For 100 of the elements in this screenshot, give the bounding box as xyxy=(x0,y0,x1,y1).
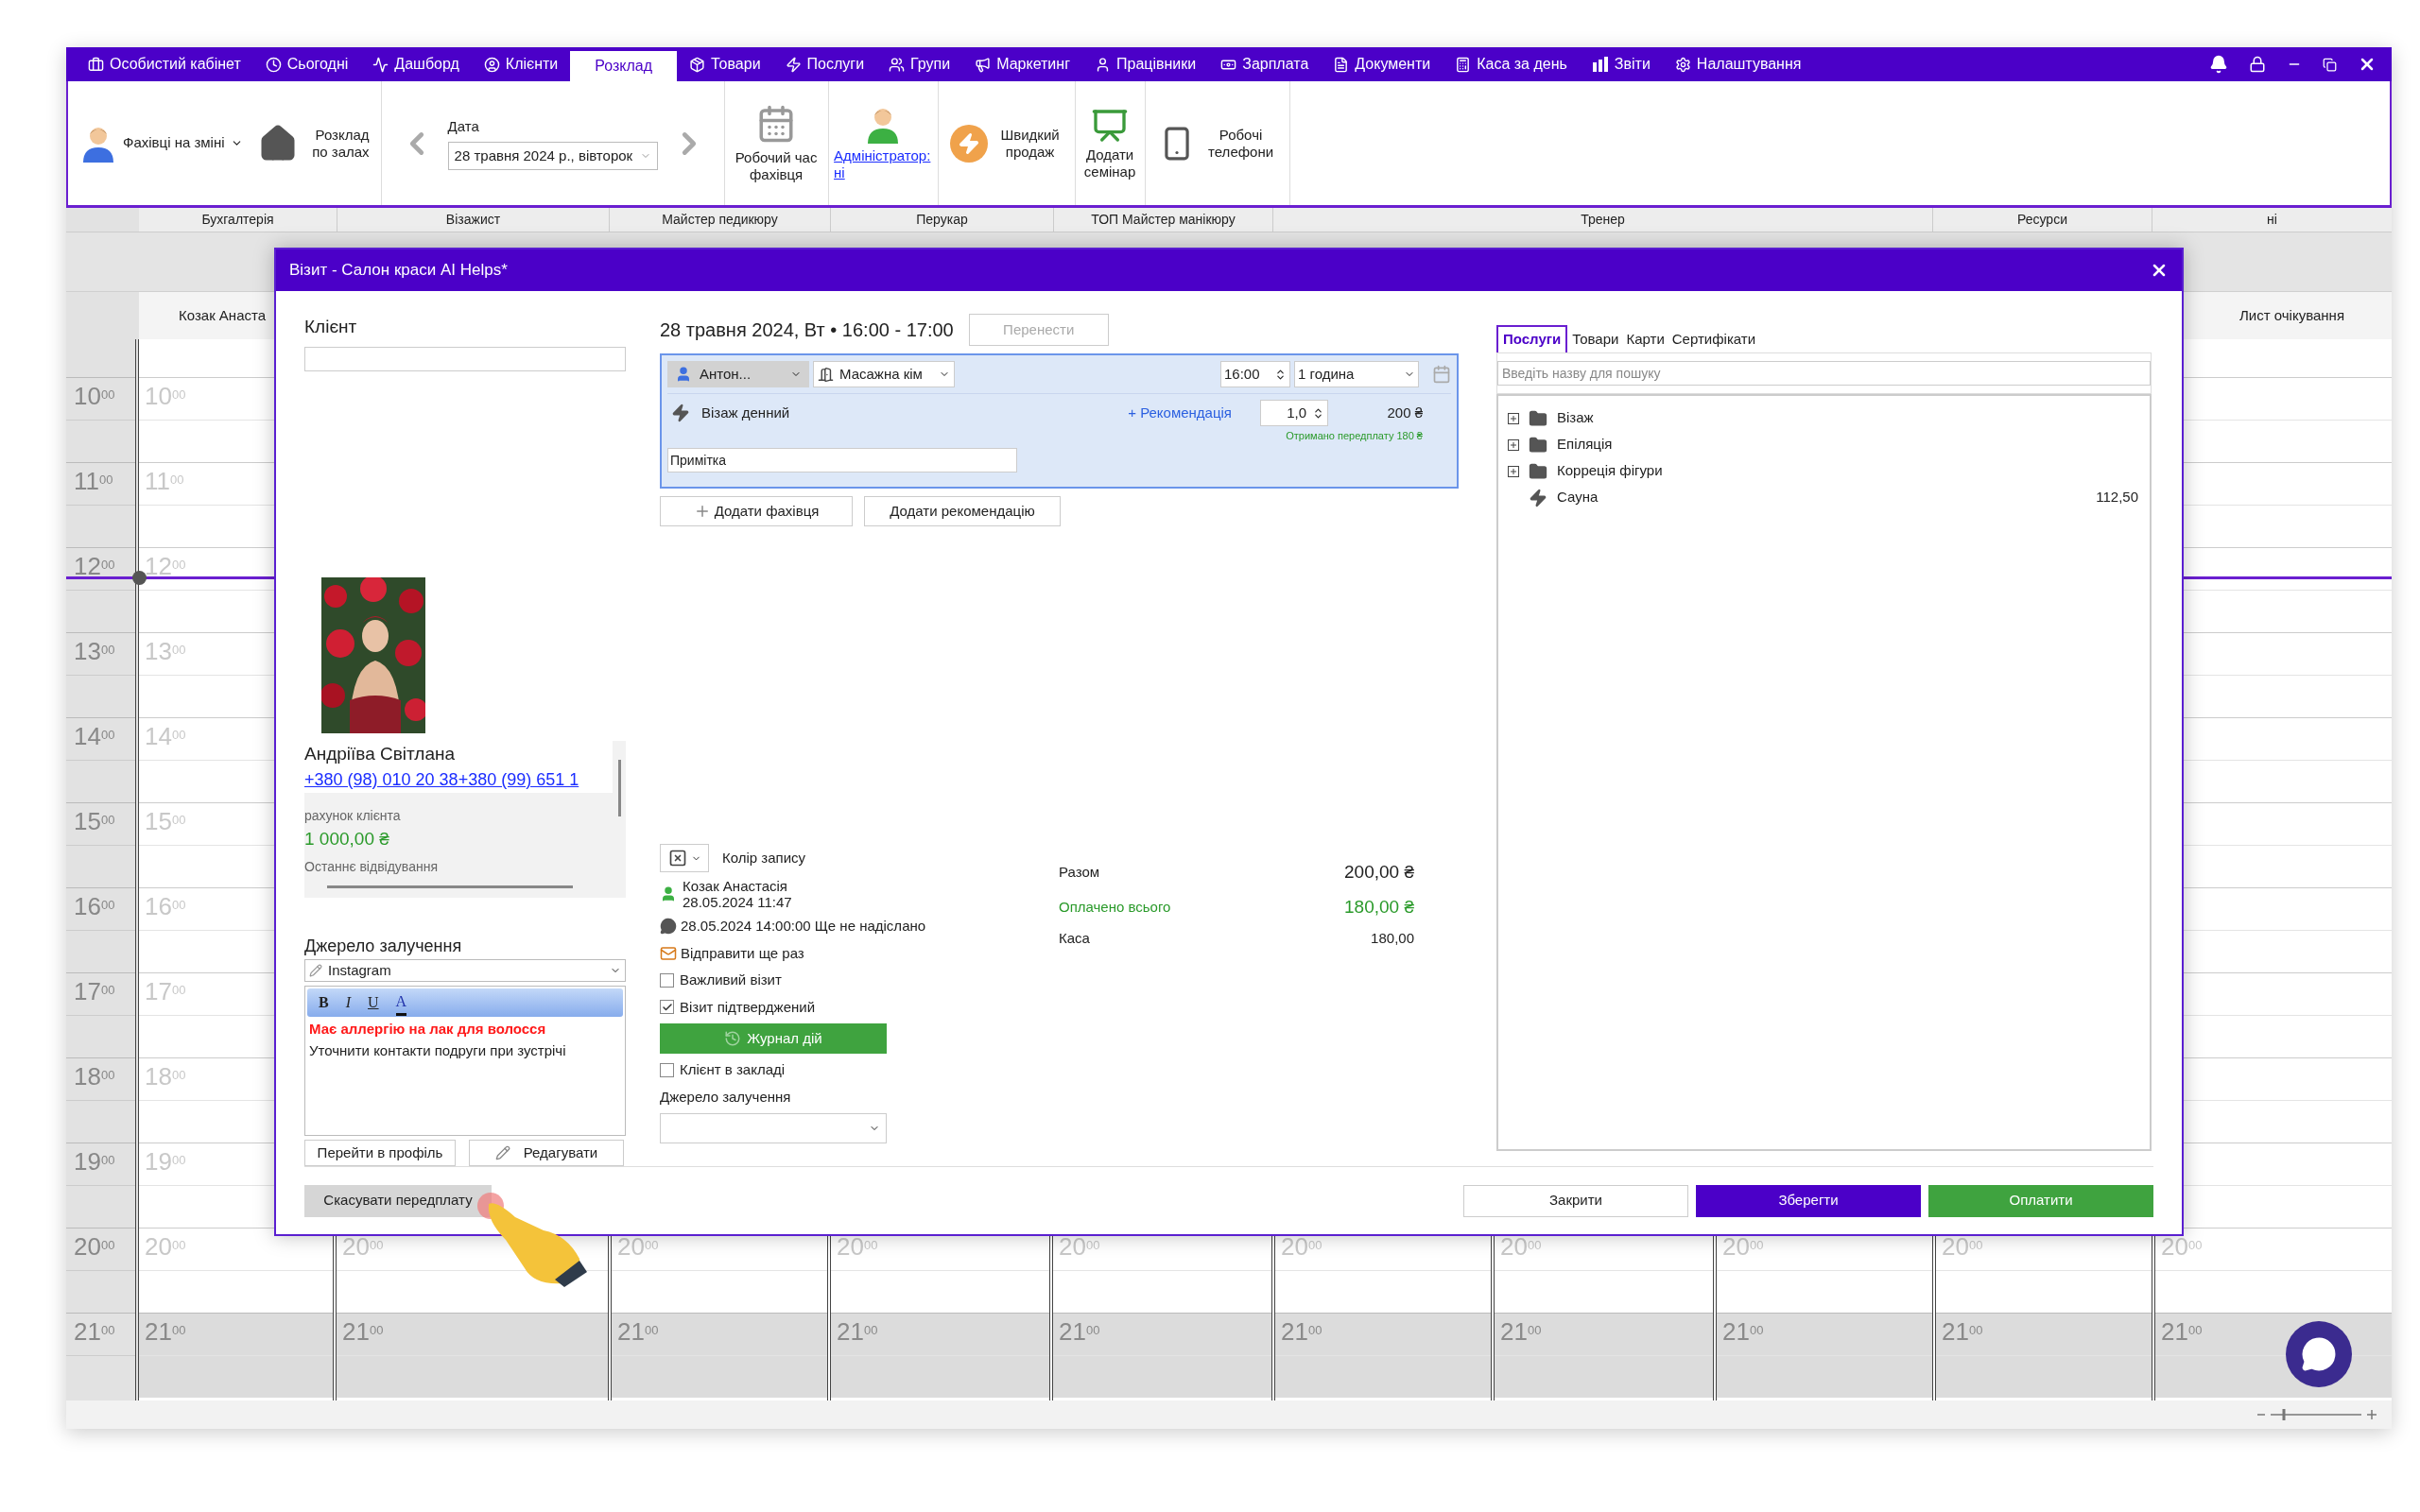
client-label: Клієнт xyxy=(304,316,358,338)
note-field[interactable]: Примітка xyxy=(667,447,1017,472)
catalog-tab[interactable]: Товари xyxy=(1569,327,1622,352)
group-icon xyxy=(889,56,906,73)
catalog-tab[interactable]: Сертифікати xyxy=(1668,327,1759,352)
add-specialist-button[interactable]: Додати фахівця xyxy=(660,496,853,526)
column-header: ТОП Майстер манікюру xyxy=(1091,211,1236,229)
calculator-icon xyxy=(1455,56,1472,73)
time-label: 18$^{00}$ xyxy=(74,1062,115,1091)
source-dropdown[interactable]: Instagram xyxy=(304,958,626,983)
lightning-icon xyxy=(671,404,690,422)
administrator-link[interactable]: Адміністратор: ні xyxy=(834,146,933,181)
menu-tab[interactable]: Клієнти xyxy=(471,47,571,81)
notifications-icon[interactable] xyxy=(2209,55,2228,74)
time-label: 14$^{00}$ xyxy=(74,722,115,750)
menu-tab[interactable]: Групи xyxy=(876,47,963,81)
time-label: 21$^{00}$ xyxy=(1281,1317,1322,1346)
column-header: Ресурси xyxy=(2017,211,2067,229)
tree-item-label[interactable]: Візаж xyxy=(1557,407,1594,429)
column-header: Перукар xyxy=(916,211,968,229)
user-icon xyxy=(483,56,500,73)
column-header: Візажист xyxy=(445,211,501,229)
catalog-tab[interactable]: Карти xyxy=(1623,327,1668,352)
column-header: ні xyxy=(2267,211,2277,229)
total-label: Каса xyxy=(1059,929,1090,948)
close-button[interactable]: Закрити xyxy=(1463,1184,1688,1217)
color-picker[interactable] xyxy=(660,844,709,872)
checkbox-label: Важливий візит xyxy=(680,971,782,989)
lightning-icon xyxy=(785,56,802,73)
client-field[interactable] xyxy=(304,346,626,371)
menu-tab[interactable]: Налаштування xyxy=(1662,47,1814,81)
menu-tab[interactable]: Звіти xyxy=(1579,47,1663,81)
add-recommendation-button[interactable]: Додати рекомендацію xyxy=(864,496,1061,526)
halls-schedule-button[interactable]: Розклад по залах xyxy=(257,123,370,163)
folder-icon xyxy=(1529,435,1547,455)
resend-link[interactable]: Відправити ще раз xyxy=(681,942,804,964)
time-label: 11$^{00}$ xyxy=(74,467,113,495)
document-icon xyxy=(1333,56,1350,73)
menu-tab[interactable]: Особистий кабінет xyxy=(76,47,253,81)
restore-icon[interactable] xyxy=(2323,57,2337,72)
menu-tab[interactable]: Працівники xyxy=(1082,47,1209,81)
go-to-profile-button[interactable]: Перейти в профіль xyxy=(304,1140,456,1166)
menu-tab[interactable]: Каса за день xyxy=(1443,47,1580,81)
edit-button[interactable]: Редагувати xyxy=(469,1140,624,1166)
zoom-slider-drawing[interactable] xyxy=(2256,1408,2378,1421)
person-icon xyxy=(675,366,692,383)
quick-sale-button[interactable]: Швидкий продаж xyxy=(938,81,1076,205)
time-label: 12$^{00}$ xyxy=(74,552,115,580)
bold-button[interactable]: B xyxy=(319,991,329,1015)
room-dropdown[interactable]: Масажна кім xyxy=(813,361,955,387)
horizontal-scrollbar[interactable] xyxy=(327,885,573,888)
source-label: Джерело залучення xyxy=(660,1087,792,1107)
checkbox-label: Візит підтверджений xyxy=(680,997,816,1017)
tree-item-label[interactable]: Сауна xyxy=(1557,487,1599,508)
person-icon xyxy=(660,885,677,902)
start-time-spinner[interactable]: 16:00 xyxy=(1220,361,1290,387)
person-icon xyxy=(1095,56,1111,73)
tree-item-label[interactable]: Епіляція xyxy=(1557,434,1613,455)
add-seminar-button[interactable]: Додати семінар xyxy=(1075,81,1146,205)
menu-tab[interactable]: Зарплата xyxy=(1208,47,1322,81)
work-time-button[interactable]: Робочий час фахівця xyxy=(724,81,829,205)
catalog-tab[interactable]: Послуги xyxy=(1496,325,1568,352)
checkbox[interactable] xyxy=(660,972,674,988)
service-price: 200 ₴ xyxy=(1386,403,1423,422)
spinner-arrows-icon xyxy=(1312,406,1324,420)
menu-tab[interactable]: Сьогодні xyxy=(252,47,361,81)
total-label: Разом xyxy=(1059,863,1100,882)
underline-button[interactable]: U xyxy=(368,991,379,1015)
phone-link[interactable]: +380 (98) 010 20 38+380 (99) 651 1 xyxy=(304,767,613,793)
checkbox[interactable] xyxy=(660,1062,674,1077)
specialist-dropdown[interactable]: Антон... xyxy=(667,361,809,387)
save-button[interactable]: Зберегти xyxy=(1696,1184,1921,1217)
menu-tab[interactable]: Розклад xyxy=(570,51,678,81)
italic-button[interactable]: I xyxy=(345,991,351,1015)
search-field[interactable]: Введіть назву для пошуку xyxy=(1497,360,2151,386)
date-dropdown[interactable]: 28 травня 2024 р., вівторок xyxy=(447,141,658,170)
time-label: 13$^{00}$ xyxy=(74,637,115,665)
time-label: 10$^{00}$ xyxy=(74,382,115,410)
checkbox[interactable] xyxy=(660,1000,674,1015)
expander-icon[interactable] xyxy=(1508,438,1519,451)
recommendation-link[interactable]: + Рекомендація xyxy=(1128,402,1232,424)
column-header: Тренер xyxy=(1581,211,1625,229)
vertical-scrollbar[interactable] xyxy=(617,759,621,816)
expander-icon[interactable] xyxy=(1508,412,1519,424)
lock-icon[interactable] xyxy=(2249,56,2266,73)
text-color-button[interactable]: A xyxy=(395,989,407,1016)
menu-tab[interactable]: Документи xyxy=(1321,47,1443,81)
expander-icon[interactable] xyxy=(1508,465,1519,477)
duration-dropdown[interactable]: 1 година xyxy=(1294,361,1419,387)
balance-amount: 1 000,00 ₴ xyxy=(304,828,390,850)
menu-tab[interactable]: Товари xyxy=(677,47,773,81)
menu-tab[interactable]: Послуги xyxy=(772,47,877,81)
cancel-prepayment-button[interactable]: Скасувати передплату xyxy=(304,1184,492,1217)
menu-tab[interactable]: Дашборд xyxy=(360,47,472,81)
quantity-spinner[interactable]: 1,0 xyxy=(1260,400,1328,426)
staff-on-shift-button[interactable]: Фахівці на зміні xyxy=(79,124,243,163)
tree-item-label[interactable]: Корреція фігури xyxy=(1557,460,1663,482)
lightning-icon xyxy=(1529,488,1547,507)
menu-tab[interactable]: Маркетинг xyxy=(962,47,1082,81)
work-phones-button[interactable]: Робочі телефони xyxy=(1145,81,1290,205)
